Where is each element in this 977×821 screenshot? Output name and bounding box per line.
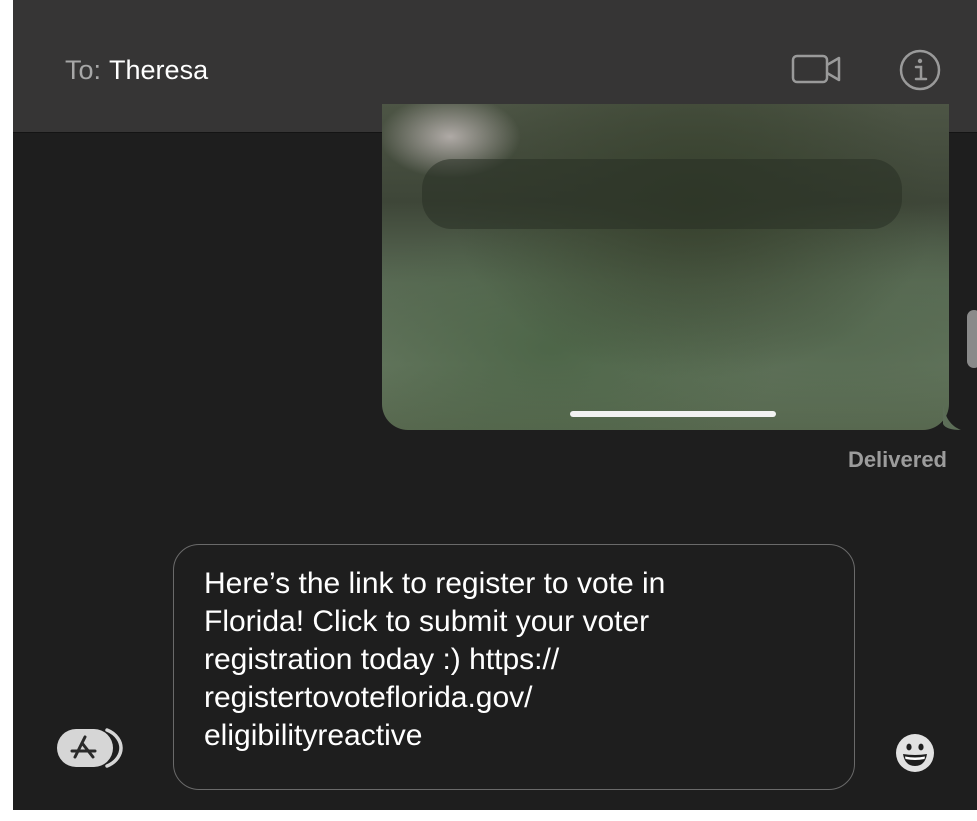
message-input[interactable]: Here’s the link to register to vote in F… <box>173 544 855 790</box>
bubble-tail <box>943 404 961 430</box>
recipient-field[interactable]: To: Theresa <box>65 52 208 88</box>
to-label: To: <box>65 55 102 85</box>
info-icon[interactable] <box>898 48 942 92</box>
image-message[interactable] <box>382 104 949 430</box>
messages-window: To: Theresa Delivered Here’s the link to … <box>13 0 977 810</box>
delivery-status: Delivered <box>847 447 947 472</box>
app-store-icon[interactable] <box>55 726 127 770</box>
image-content <box>422 159 902 229</box>
scrollbar-thumb[interactable] <box>967 310 977 368</box>
screenshot-home-indicator <box>570 411 776 417</box>
emoji-icon[interactable] <box>895 733 935 773</box>
message-input-text[interactable]: Here’s the link to register to vote in F… <box>204 565 826 755</box>
recipient-name[interactable]: Theresa <box>109 55 208 85</box>
video-camera-icon[interactable] <box>791 53 843 85</box>
